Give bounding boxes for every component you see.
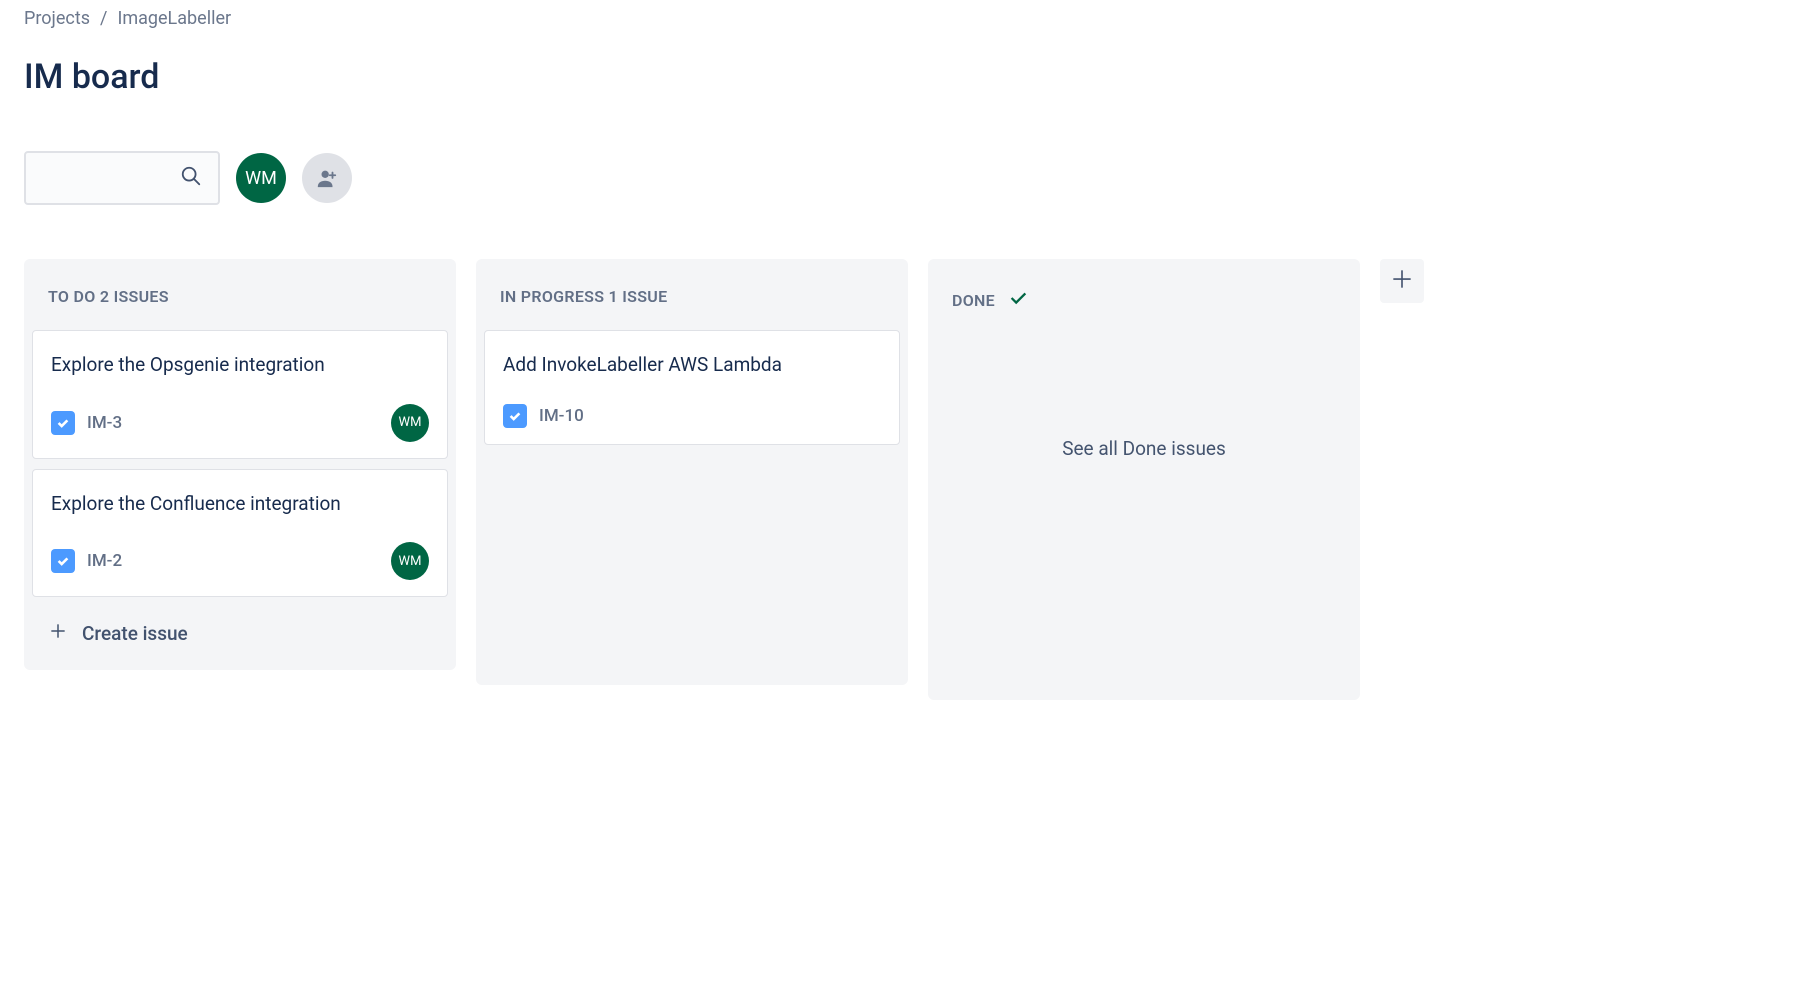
issue-key: IM-3 xyxy=(87,413,122,433)
search-icon xyxy=(180,165,202,191)
board-toolbar: WM xyxy=(24,151,1790,205)
issue-key: IM-10 xyxy=(539,406,584,426)
plus-icon xyxy=(48,621,68,646)
plus-icon xyxy=(1389,266,1415,296)
assignee-avatar[interactable]: WM xyxy=(391,542,429,580)
create-issue-label: Create issue xyxy=(82,622,188,645)
column-todo: TO DO 2 ISSUES Explore the Opsgenie inte… xyxy=(24,259,456,670)
avatar[interactable]: WM xyxy=(236,153,286,203)
assignee-avatar[interactable]: WM xyxy=(391,404,429,442)
column-header-in-progress[interactable]: IN PROGRESS 1 ISSUE xyxy=(476,259,908,330)
breadcrumb-projects[interactable]: Projects xyxy=(24,8,90,29)
column-header-done[interactable]: DONE xyxy=(928,259,1360,337)
issue-title: Explore the Confluence integration xyxy=(51,490,429,519)
issue-card[interactable]: Add InvokeLabeller AWS Lambda IM-10 xyxy=(484,330,900,445)
breadcrumb-separator: / xyxy=(100,8,107,29)
breadcrumb-project-name[interactable]: ImageLabeller xyxy=(117,8,231,29)
column-in-progress: IN PROGRESS 1 ISSUE Add InvokeLabeller A… xyxy=(476,259,908,685)
breadcrumb: Projects / ImageLabeller xyxy=(24,0,1790,29)
kanban-board: TO DO 2 ISSUES Explore the Opsgenie inte… xyxy=(24,259,1790,700)
page-title: IM board xyxy=(24,57,1790,97)
column-done: DONE See all Done issues xyxy=(928,259,1360,700)
task-type-icon xyxy=(51,549,75,573)
check-icon xyxy=(1007,287,1029,313)
issue-card[interactable]: Explore the Opsgenie integration IM-3 WM xyxy=(32,330,448,459)
issue-title: Add InvokeLabeller AWS Lambda xyxy=(503,351,881,380)
task-type-icon xyxy=(503,404,527,428)
add-people-button[interactable] xyxy=(302,153,352,203)
see-all-done-link[interactable]: See all Done issues xyxy=(928,337,1360,700)
issue-card[interactable]: Explore the Confluence integration IM-2 … xyxy=(32,469,448,598)
issue-title: Explore the Opsgenie integration xyxy=(51,351,429,380)
issue-key: IM-2 xyxy=(87,551,122,571)
search-input[interactable] xyxy=(24,151,220,205)
create-issue-button[interactable]: Create issue xyxy=(24,607,456,670)
column-header-done-label: DONE xyxy=(952,291,995,310)
column-header-todo[interactable]: TO DO 2 ISSUES xyxy=(24,259,456,330)
add-column-button[interactable] xyxy=(1380,259,1424,303)
task-type-icon xyxy=(51,411,75,435)
